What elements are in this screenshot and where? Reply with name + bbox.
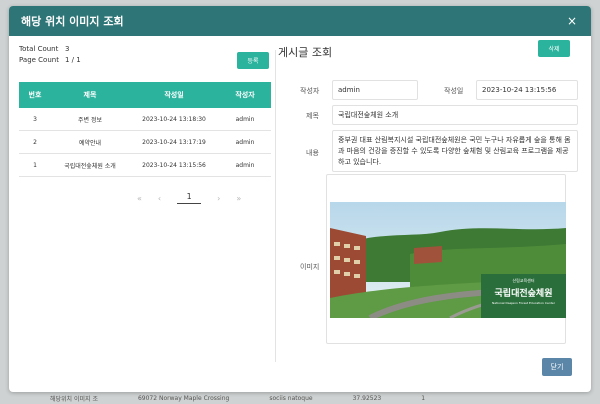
cell-date: 2023-10-24 13:15:56 [142, 161, 206, 169]
table-row[interactable]: 3 주변 정보 2023-10-24 13:18:30 admin [19, 108, 271, 131]
close-button[interactable]: 닫기 [542, 358, 572, 376]
date-label: 작성일 [444, 87, 464, 95]
table-header: 번호 제목 작성일 작성자 [19, 82, 271, 108]
content-label: 내용 [306, 149, 319, 157]
page-count-label: Page Count [19, 56, 59, 64]
backdrop-table-row: 해당위치 이미지 조 69072 Norway Maple Crossing s… [0, 392, 600, 404]
cell-title: 주변 정보 [78, 116, 102, 124]
backdrop-cell: 1 [421, 394, 426, 402]
backdrop-cell: sociis natoque [269, 394, 313, 402]
cell-author: admin [235, 161, 255, 169]
cell-no: 3 [33, 115, 37, 123]
next-page-icon[interactable]: › [217, 194, 220, 203]
backdrop-cell: 해당위치 이미지 조 [50, 395, 98, 403]
column-header-author: 작성자 [235, 91, 255, 99]
delete-button[interactable]: 삭제 [538, 40, 570, 57]
column-header-no: 번호 [28, 91, 42, 99]
table-row[interactable]: 2 예약안내 2023-10-24 13:17:19 admin [19, 131, 271, 154]
column-header-title: 제목 [83, 91, 97, 99]
page-count-value: 1 / 1 [65, 56, 81, 64]
content-field[interactable]: 중부권 대표 산림복지시설 국립대전숲체원은 국민 누구나 자유롭게 숲을 통해… [332, 130, 578, 172]
modal-title: 해당 위치 이미지 조회 [21, 15, 124, 28]
column-header-date: 작성일 [164, 91, 184, 99]
cell-title: 국립대전숲체원 소개 [64, 162, 116, 170]
backdrop-cell: 37.92523 [352, 394, 382, 402]
cell-date: 2023-10-24 13:17:19 [142, 138, 206, 146]
modal-header: 해당 위치 이미지 조회 × [9, 6, 591, 36]
register-button[interactable]: 등록 [237, 52, 269, 69]
cell-author: admin [235, 115, 255, 123]
prev-page-icon[interactable]: ‹ [158, 194, 161, 203]
post-table: 번호 제목 작성일 작성자 3 주변 정보 2023-10-24 13:18:3… [19, 82, 271, 177]
last-page-icon[interactable]: » [236, 194, 241, 203]
first-page-icon[interactable]: « [137, 194, 142, 203]
caption-subtitle: 산림교육센터 [512, 278, 535, 283]
forest-center-photo: 산림교육센터 국립대전숲체원 National Daejeon Forest E… [330, 202, 566, 318]
subject-field[interactable]: 국립대전숲체원 소개 [332, 105, 578, 125]
post-list-panel: Total Count 3 Page Count 1 / 1 등록 번호 제목 … [19, 44, 271, 204]
image-label: 이미지 [300, 263, 320, 271]
current-page[interactable]: 1 [177, 192, 202, 204]
author-field[interactable]: admin [332, 80, 418, 100]
total-count-label: Total Count [19, 45, 59, 53]
date-field[interactable]: 2023-10-24 13:15:56 [476, 80, 578, 100]
author-label: 작성자 [300, 87, 320, 95]
cell-no: 2 [33, 138, 37, 146]
caption-title: 국립대전숲체원 [494, 289, 553, 299]
post-view-title: 게시글 조회 [278, 46, 333, 59]
cell-title: 예약안내 [78, 139, 102, 147]
subject-label: 제목 [306, 112, 319, 120]
photo-caption: 산림교육센터 국립대전숲체원 National Daejeon Forest E… [481, 274, 566, 318]
panel-divider [275, 50, 276, 362]
total-count-value: 3 [65, 45, 70, 53]
close-icon[interactable]: × [565, 14, 579, 28]
cell-author: admin [235, 138, 255, 146]
table-row[interactable]: 1 국립대전숲체원 소개 2023-10-24 13:15:56 admin [19, 154, 271, 177]
caption-english: National Daejeon Forest Education Center [492, 301, 555, 305]
cell-no: 1 [33, 161, 37, 169]
count-summary: Total Count 3 Page Count 1 / 1 [19, 44, 271, 66]
backdrop-cell: 69072 Norway Maple Crossing [137, 394, 230, 402]
pagination: « ‹ 1 › » [137, 192, 241, 204]
cell-date: 2023-10-24 13:18:30 [142, 115, 206, 123]
